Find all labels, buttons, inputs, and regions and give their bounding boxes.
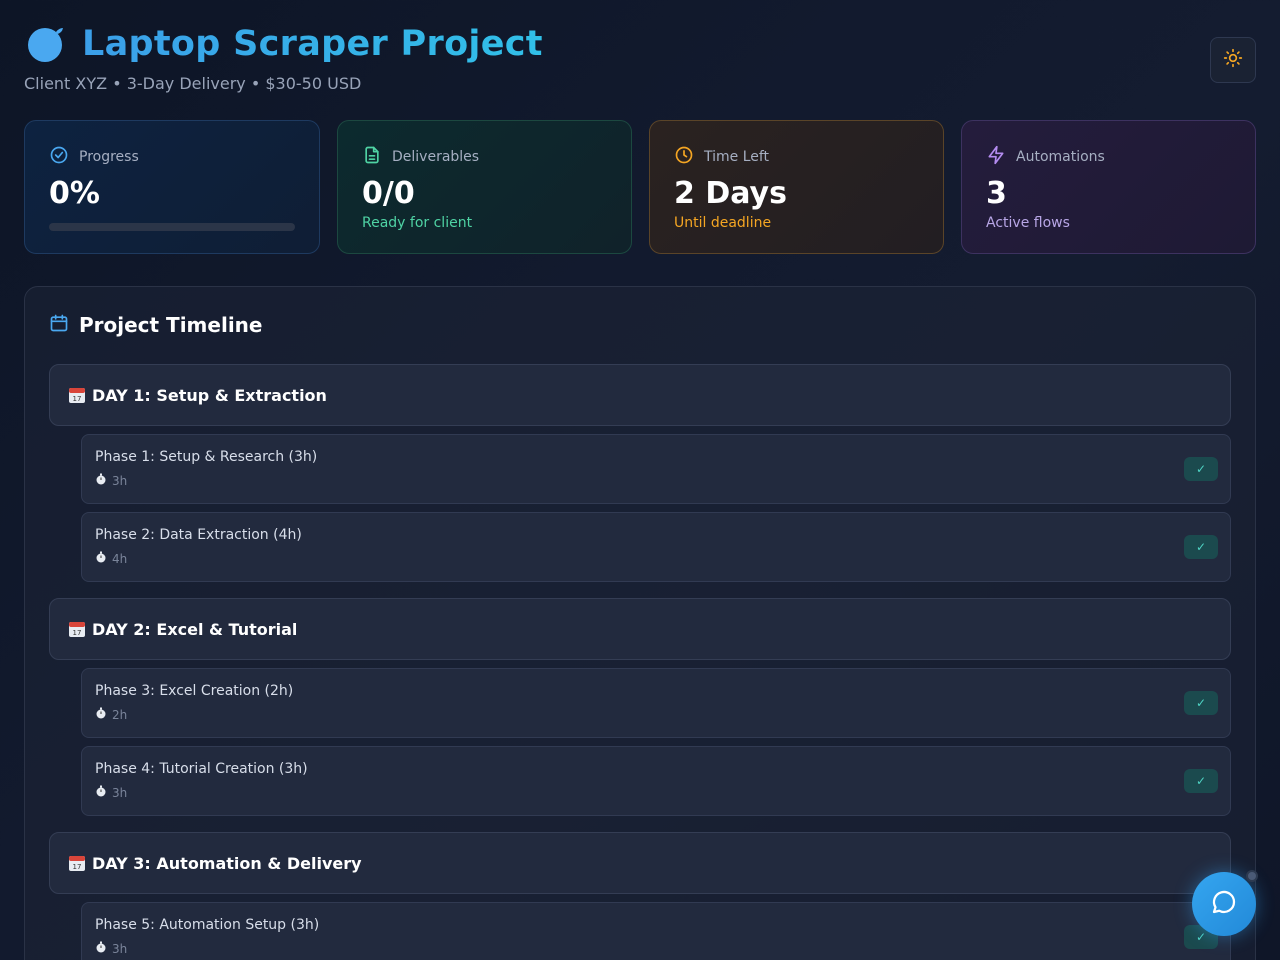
stopwatch-icon [95, 785, 107, 800]
automations-label: Automations [1016, 149, 1105, 165]
phase-duration: 3h [95, 941, 127, 956]
document-icon [362, 145, 382, 169]
stat-cards: Progress 0% Deliverables 0/0 Ready for c… [24, 120, 1256, 254]
calendar-emoji-icon: 17 [68, 854, 86, 872]
svg-text:17: 17 [73, 395, 82, 403]
automations-sub: Active flows [986, 215, 1070, 231]
day-header-3[interactable]: 17 DAY 3: Automation & Delivery [49, 832, 1231, 894]
apple-logo-icon [24, 22, 68, 66]
phase-duration-value: 3h [112, 473, 128, 488]
theme-toggle-button[interactable] [1210, 37, 1256, 83]
complete-phase-button[interactable]: ✓ [1184, 691, 1218, 715]
phase-name: Phase 1: Setup & Research (3h) [95, 449, 318, 465]
progress-card: Progress 0% [24, 120, 320, 254]
phase-duration: 3h [95, 785, 127, 800]
day-label: DAY 1: Setup & Extraction [92, 385, 327, 405]
project-timeline: Project Timeline 17 DAY 1: Setup & Extra… [24, 286, 1256, 960]
time-left-sub: Until deadline [674, 215, 772, 231]
time-left-value: 2 Days [674, 176, 787, 211]
phase-row[interactable]: Phase 1: Setup & Research (3h) 3h ✓ [81, 434, 1231, 504]
svg-text:17: 17 [73, 863, 82, 871]
time-left-card: Time Left 2 Days Until deadline [649, 120, 944, 254]
svg-text:17: 17 [73, 629, 82, 637]
chat-bubble-icon [1209, 887, 1239, 921]
phase-row[interactable]: Phase 2: Data Extraction (4h) 4h ✓ [81, 512, 1231, 582]
deliverables-sub: Ready for client [362, 215, 473, 231]
calendar-icon [49, 313, 69, 337]
complete-phase-button[interactable]: ✓ [1184, 769, 1218, 793]
deliverables-value: 0/0 [362, 176, 415, 211]
page-header: Laptop Scraper Project Client XYZ • 3-Da… [24, 22, 1256, 102]
phase-duration-value: 4h [112, 551, 128, 566]
phase-row[interactable]: Phase 5: Automation Setup (3h) 3h ✓ [81, 902, 1231, 960]
phase-row[interactable]: Phase 3: Excel Creation (2h) 2h ✓ [81, 668, 1231, 738]
phase-row[interactable]: Phase 4: Tutorial Creation (3h) 3h ✓ [81, 746, 1231, 816]
progress-bar [49, 223, 295, 231]
phase-name: Phase 3: Excel Creation (2h) [95, 683, 294, 699]
complete-phase-button[interactable]: ✓ [1184, 457, 1218, 481]
complete-phase-button[interactable]: ✓ [1184, 535, 1218, 559]
chat-button[interactable] [1192, 872, 1256, 936]
phase-duration: 3h [95, 473, 127, 488]
phase-duration: 2h [95, 707, 127, 722]
sun-icon [1223, 48, 1243, 72]
stopwatch-icon [95, 473, 107, 488]
deliverables-label: Deliverables [392, 149, 480, 165]
phase-name: Phase 4: Tutorial Creation (3h) [95, 761, 308, 777]
phase-name: Phase 2: Data Extraction (4h) [95, 527, 302, 543]
phase-name: Phase 5: Automation Setup (3h) [95, 917, 320, 933]
phase-duration-value: 3h [112, 941, 128, 956]
stopwatch-icon [95, 941, 107, 956]
phase-duration-value: 2h [112, 707, 128, 722]
day-label: DAY 3: Automation & Delivery [92, 853, 362, 873]
automations-value: 3 [986, 176, 1007, 211]
stopwatch-icon [95, 707, 107, 722]
progress-value: 0% [49, 176, 100, 211]
phase-duration-value: 3h [112, 785, 128, 800]
calendar-emoji-icon: 17 [68, 620, 86, 638]
calendar-emoji-icon: 17 [68, 386, 86, 404]
page-title: Laptop Scraper Project [82, 24, 543, 64]
day-header-1[interactable]: 17 DAY 1: Setup & Extraction [49, 364, 1231, 426]
lightning-icon [986, 145, 1006, 169]
page-subtitle: Client XYZ • 3-Day Delivery • $30-50 USD [24, 74, 362, 93]
check-circle-icon [49, 145, 69, 169]
automations-card: Automations 3 Active flows [961, 120, 1256, 254]
timeline-title: Project Timeline [79, 313, 263, 337]
day-header-2[interactable]: 17 DAY 2: Excel & Tutorial [49, 598, 1231, 660]
day-label: DAY 2: Excel & Tutorial [92, 619, 298, 639]
clock-icon [674, 145, 694, 169]
time-left-label: Time Left [704, 149, 770, 165]
notification-dot [1246, 870, 1258, 882]
deliverables-card: Deliverables 0/0 Ready for client [337, 120, 632, 254]
stopwatch-icon [95, 551, 107, 566]
phase-duration: 4h [95, 551, 127, 566]
progress-label: Progress [79, 149, 139, 165]
